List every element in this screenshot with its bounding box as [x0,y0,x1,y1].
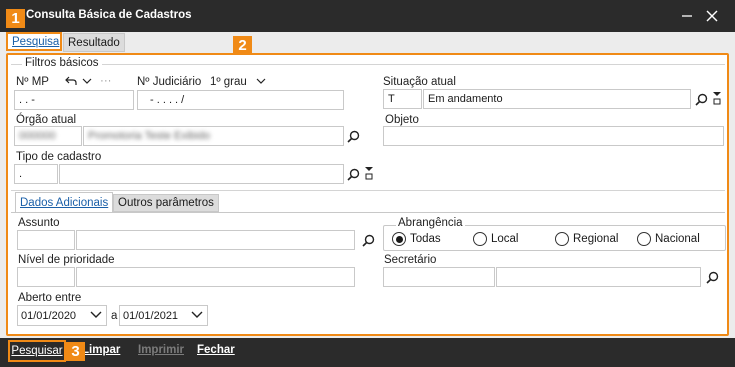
tab-resultado[interactable]: Resultado [63,33,125,52]
date-separator: a [111,310,118,322]
radio-nacional-label: Nacional [655,233,700,245]
radio-local[interactable]: Local [473,232,519,246]
radio-todas-dot [392,232,406,246]
secretario-code-input[interactable] [383,267,495,287]
grau-chevron-down-icon[interactable] [254,74,268,88]
situacao-value-input[interactable]: Em andamento [423,89,691,109]
prioridade-code-input[interactable] [17,267,75,287]
close-icon [706,10,718,22]
secretario-value-input[interactable] [496,267,701,287]
orgao-code-input[interactable]: 000000 [14,126,82,146]
orgao-value-input[interactable]: Promotoria Teste Exibido [83,126,344,146]
fechar-button[interactable]: Fechar [197,344,235,356]
tipo-value-input[interactable] [59,164,344,184]
njud-label: Nº Judiciário [137,76,202,88]
subtab-outros-parametros[interactable]: Outros parâmetros [113,194,219,212]
radio-nacional[interactable]: Nacional [637,232,700,246]
radio-regional-dot [555,232,569,246]
tab-pesquisa[interactable]: Pesquisa [6,32,62,51]
tipo-search-icon[interactable] [346,167,360,181]
search-panel: Filtros básicos Nº MP ··· . . - Nº Judic… [6,53,729,336]
abrangencia-label: Abrangência [396,217,465,229]
date-to-picker[interactable]: 01/01/2021 [119,305,208,326]
situacao-search-icon[interactable] [694,92,708,106]
radio-todas[interactable]: Todas [392,232,441,246]
situacao-code-input[interactable]: T [383,89,422,109]
grau-label: 1º grau [210,76,247,88]
tipo-code-input[interactable]: . [14,164,58,184]
radio-regional-label: Regional [573,233,619,245]
radio-nacional-dot [637,232,651,246]
date-from-chevron-icon [90,311,102,318]
subtabs-top-line [11,190,725,191]
prioridade-label: Nível de prioridade [18,254,115,266]
subtab-dados-adicionais[interactable]: Dados Adicionais [15,192,114,212]
radio-local-label: Local [491,233,519,245]
objeto-label: Objeto [385,114,419,126]
date-from-value: 01/01/2020 [21,309,77,322]
radio-regional[interactable]: Regional [555,232,618,246]
chevron-down-icon[interactable] [80,74,94,88]
secretario-label: Secretário [384,254,437,266]
orgao-search-icon[interactable] [346,129,360,143]
undo-icon[interactable] [64,74,78,88]
orgao-code-value: 000000 [19,130,56,142]
objeto-input[interactable] [383,126,724,146]
badge-3: 3 [66,342,85,361]
subtabs-bottom-line [11,212,725,213]
radio-local-dot [473,232,487,246]
date-to-value: 01/01/2021 [123,309,179,322]
orgao-name-value: Promotoria Teste Exibido [88,130,211,142]
tipo-filter-icon[interactable] [362,166,376,180]
secretario-search-icon[interactable] [705,270,719,284]
date-from-picker[interactable]: 01/01/2020 [17,305,107,326]
situacao-filter-icon[interactable] [710,91,724,105]
njud-input[interactable]: - . . . . / [137,90,344,110]
filtros-group-line [11,64,725,65]
filtros-title: Filtros básicos [22,57,102,69]
assunto-value-input[interactable] [76,230,355,250]
window-title: Consulta Básica de Cadastros [26,9,192,21]
situacao-label: Situação atual [383,76,456,88]
prioridade-value-input[interactable] [76,267,355,287]
minimize-icon [682,15,692,17]
main-tabs: Pesquisa Resultado [0,32,735,52]
bottom-toolbar: Limpar Imprimir Fechar [0,338,735,367]
assunto-code-input[interactable] [17,230,75,250]
assunto-label: Assunto [18,217,60,229]
orgao-label: Órgão atual [16,114,77,126]
limpar-button[interactable]: Limpar [82,344,120,356]
tipo-label: Tipo de cadastro [16,151,102,163]
minimize-button[interactable] [676,6,698,26]
more-icon[interactable]: ··· [100,75,112,87]
nmp-label: Nº MP [16,76,49,88]
badge-1: 1 [6,9,25,28]
close-button[interactable] [701,6,723,26]
pesquisar-button[interactable]: Pesquisar [8,340,66,362]
imprimir-button[interactable]: Imprimir [138,344,184,356]
date-to-chevron-icon [191,311,203,318]
title-bar: Consulta Básica de Cadastros [0,0,735,32]
assunto-search-icon[interactable] [361,233,375,247]
aberto-label: Aberto entre [18,292,82,304]
radio-todas-label: Todas [410,233,441,245]
nmp-input[interactable]: . . - [14,90,134,110]
